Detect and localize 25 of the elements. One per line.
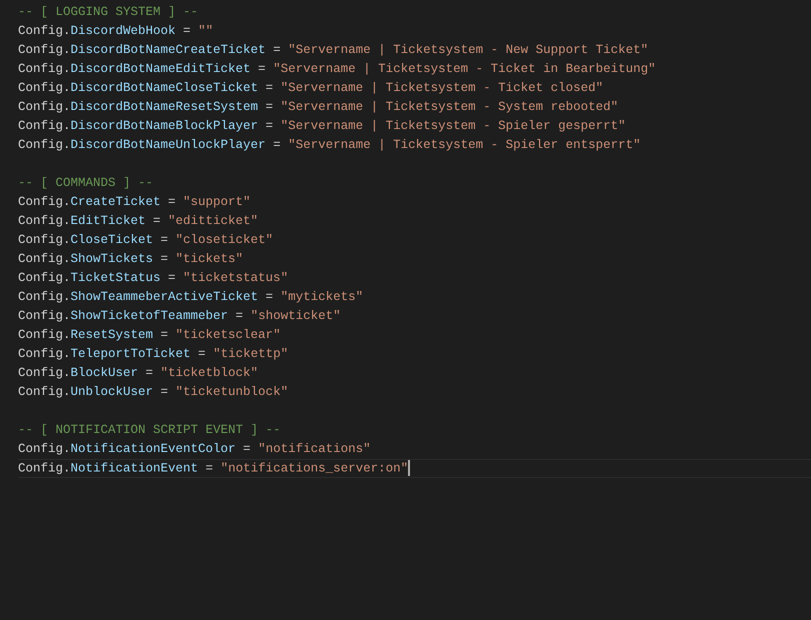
code-line: Config.DiscordBotNameCloseTicket = "Servername | Ticketsystem - Ticket closed" <box>18 80 604 97</box>
code-line: Config.TeleportToTicket = "tickettp" <box>18 346 290 363</box>
code-comment: -- [ LOGGING SYSTEM ] -- <box>18 4 200 21</box>
code-line: Config.DiscordBotNameEditTicket = "Servername | Ticketsystem - Ticket in Bearbeitung" <box>18 61 657 78</box>
code-line: Config.DiscordWebHook = "" <box>18 23 214 40</box>
text-cursor <box>408 460 410 476</box>
code-line: Config.NotificationEventColor = "notifications" <box>18 441 372 458</box>
code-editor[interactable] <box>0 0 811 620</box>
code-line: Config.EditTicket = "editticket" <box>18 213 260 230</box>
code-line: Config.DiscordBotNameUnlockPlayer = "Servername | Ticketsystem - Spieler entsperrt" <box>18 137 642 154</box>
code-line: Config.NotificationEvent = "notifications_server:on" <box>18 459 811 478</box>
code-line: Config.CloseTicket = "closeticket" <box>18 232 274 249</box>
code-line: Config.DiscordBotNameCreateTicket = "Servername | Ticketsystem - New Support Ticket" <box>18 42 650 59</box>
code-line: Config.CreateTicket = "support" <box>18 194 252 211</box>
code-line: Config.BlockUser = "ticketblock" <box>18 365 260 382</box>
code-comment: -- [ NOTIFICATION SCRIPT EVENT ] -- <box>18 422 282 439</box>
code-line: Config.ShowTeammeberActiveTicket = "mytickets" <box>18 289 364 306</box>
code-comment: -- [ COMMANDS ] -- <box>18 175 154 192</box>
code-line: Config.ShowTicketofTeammeber = "showticket" <box>18 308 342 325</box>
code-line: Config.ResetSystem = "ticketsclear" <box>18 327 282 344</box>
code-line: Config.DiscordBotNameResetSystem = "Servername | Ticketsystem - System rebooted" <box>18 99 620 116</box>
code-line: Config.UnblockUser = "ticketunblock" <box>18 384 290 401</box>
code-line: Config.DiscordBotNameBlockPlayer = "Servername | Ticketsystem - Spieler gesperrt" <box>18 118 627 135</box>
code-line: Config.TicketStatus = "ticketstatus" <box>18 270 290 287</box>
code-line: Config.ShowTickets = "tickets" <box>18 251 244 268</box>
